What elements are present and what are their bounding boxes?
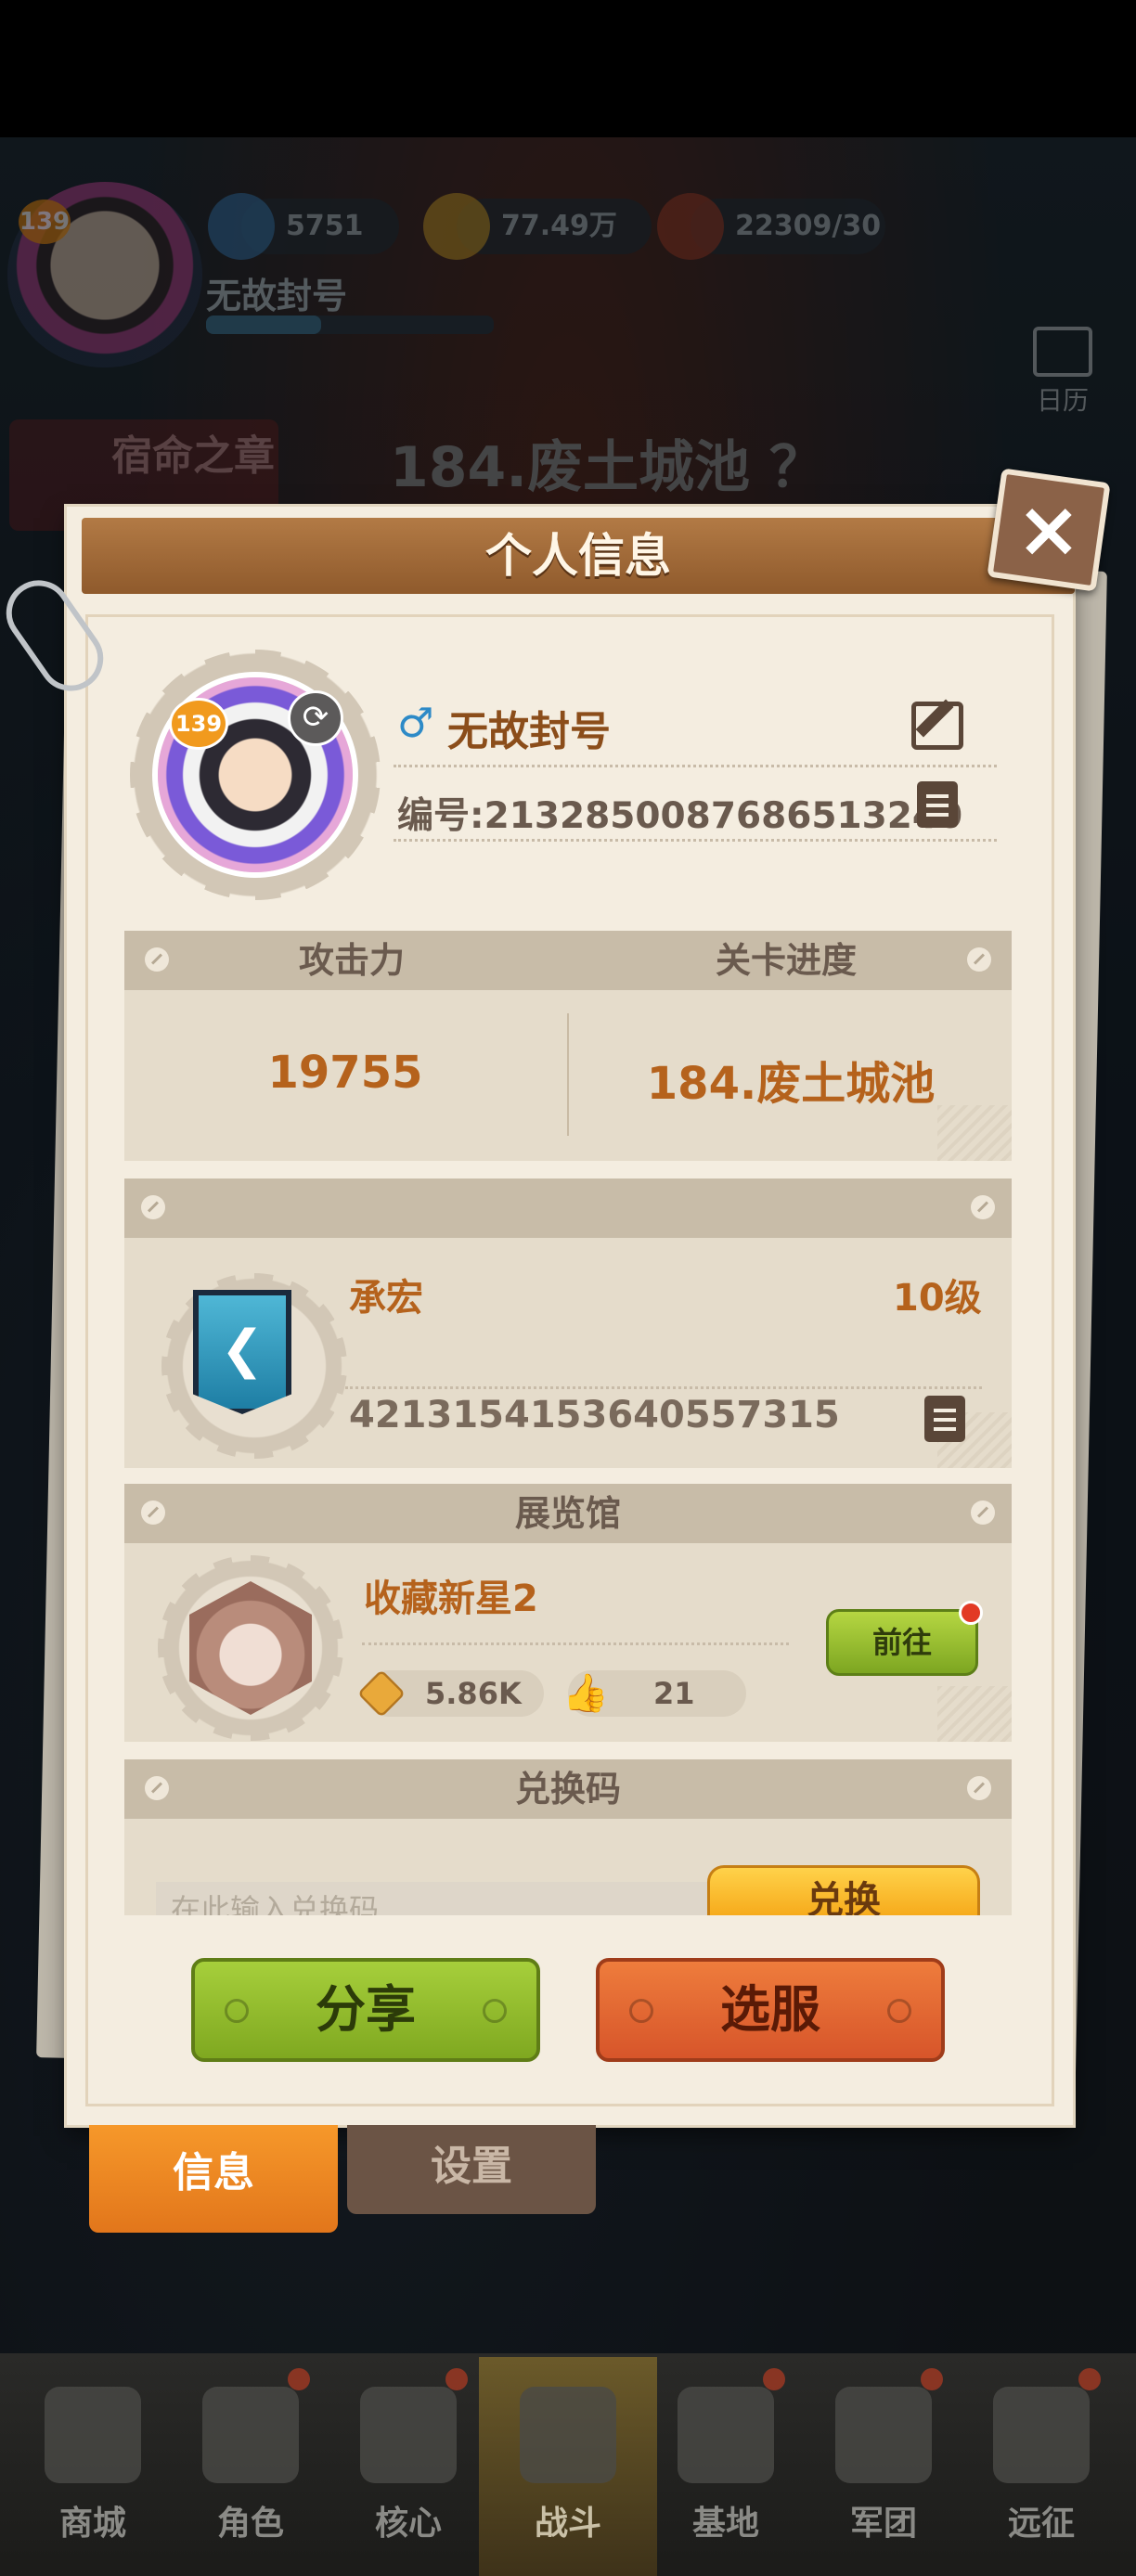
battle-icon (520, 2387, 616, 2483)
core-icon (360, 2387, 457, 2483)
base-icon (678, 2387, 774, 2483)
select-server-button[interactable]: 选服 (596, 1958, 945, 2062)
gallery-likes: 👍 21 (562, 1670, 746, 1717)
copy-guild-id-icon[interactable] (924, 1396, 965, 1442)
tab-info[interactable]: 信息 (89, 2125, 338, 2233)
goto-gallery-button[interactable]: 前往 (826, 1601, 983, 1676)
guild-name: 承宏 (349, 1277, 423, 1320)
notification-dot (1078, 2368, 1101, 2390)
close-button[interactable]: × (987, 468, 1111, 592)
edit-name-icon[interactable] (911, 702, 963, 750)
progress-value: 184.废土城池 (646, 1058, 936, 1110)
attack-value: 19755 (267, 1047, 423, 1099)
redeem-button[interactable]: 兑换 (707, 1865, 980, 1915)
nav-legion[interactable]: 军团 (819, 2368, 949, 2561)
notification-dot (763, 2368, 785, 2390)
nav-expedition[interactable]: 远征 (976, 2368, 1106, 2561)
notification-dot (288, 2368, 310, 2390)
gender-male-icon: ♂ (397, 700, 434, 747)
divider (394, 839, 997, 842)
guild-id: 4213154153640557315 (349, 1394, 840, 1436)
gallery-title: 收藏新星2 (364, 1578, 538, 1620)
divider (362, 1642, 789, 1645)
nav-base[interactable]: 基地 (661, 2368, 791, 2561)
notification-dot (921, 2368, 943, 2390)
change-avatar-icon[interactable]: ⟳ (288, 690, 343, 746)
redeem-header: 兑换码 (124, 1759, 1012, 1819)
close-icon: × (1015, 483, 1082, 574)
redeem-code-input[interactable]: 在此输入兑换码 (156, 1882, 724, 1915)
character-icon (202, 2387, 299, 2483)
attack-label: 攻击力 (298, 940, 405, 981)
panel-title: 个人信息 (82, 518, 1075, 594)
status-bar (0, 0, 1136, 137)
nav-shop[interactable]: 商城 (28, 2376, 158, 2561)
guild-header (124, 1179, 1012, 1238)
gallery-coins: 5.86K (356, 1668, 544, 1719)
divider (567, 1013, 569, 1136)
copy-uid-icon[interactable] (917, 781, 958, 828)
nav-core[interactable]: 核心 (343, 2368, 473, 2561)
stats-header: 攻击力 关卡进度 (124, 931, 1012, 990)
thumbs-up-icon: 👍 (562, 1672, 609, 1715)
shop-icon (45, 2387, 141, 2483)
divider (345, 1386, 982, 1389)
share-button[interactable]: 分享 (191, 1958, 540, 2062)
divider (394, 765, 997, 767)
tab-settings[interactable]: 设置 (347, 2125, 596, 2214)
player-uid: 编号:2132850087686513240 (397, 795, 963, 837)
guild-eagle-icon[interactable]: ❮ (193, 1290, 291, 1414)
notification-dot (445, 2368, 468, 2390)
legion-icon (835, 2387, 932, 2483)
progress-label: 关卡进度 (715, 940, 857, 981)
expedition-icon (993, 2387, 1090, 2483)
guild-level: 10级 (893, 1277, 982, 1320)
profile-name: 无故封号 (447, 708, 611, 755)
nav-character[interactable]: 角色 (186, 2368, 316, 2561)
gallery-header: 展览馆 (124, 1484, 1012, 1543)
nav-battle[interactable]: 战斗 (503, 2376, 633, 2561)
profile-level-badge: 139 (169, 698, 228, 750)
